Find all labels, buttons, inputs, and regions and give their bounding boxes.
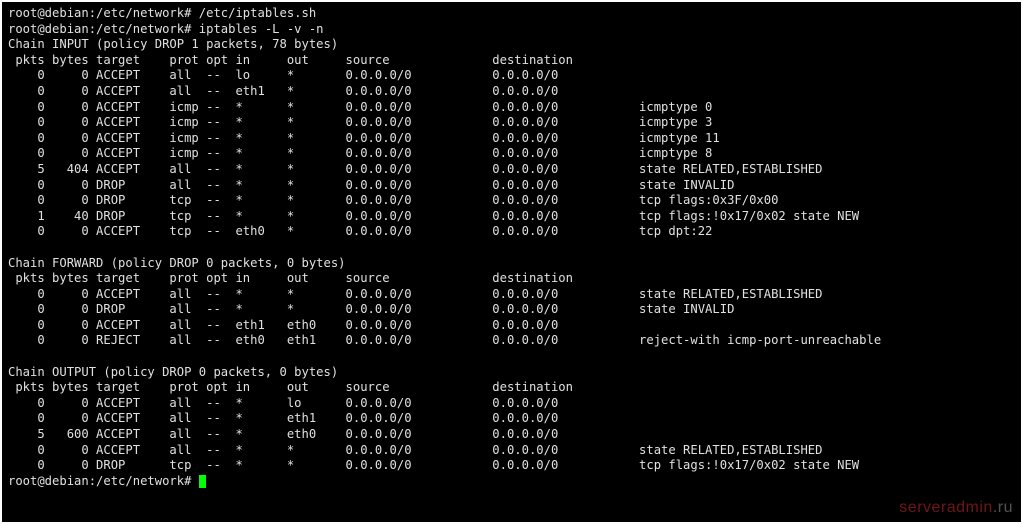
terminal-output: root@debian:/etc/network# /etc/iptables.… (8, 6, 1015, 489)
prompt-line[interactable]: root@debian:/etc/network# iptables -L -v… (8, 22, 1015, 38)
rule-text: 0 0 DROP all -- * * 0.0.0.0/0 0.0.0.0/0 … (8, 302, 734, 316)
rule-row: 0 0 DROP all -- * * 0.0.0.0/0 0.0.0.0/0 … (8, 178, 1015, 194)
column-header-text: pkts bytes target prot opt in out source… (8, 271, 639, 285)
rule-row: 0 0 ACCEPT icmp -- * * 0.0.0.0/0 0.0.0.0… (8, 100, 1015, 116)
rule-row: 1 40 DROP tcp -- * * 0.0.0.0/0 0.0.0.0/0… (8, 209, 1015, 225)
column-header-text: pkts bytes target prot opt in out source… (8, 53, 639, 67)
shell-prompt: root@debian:/etc/network# (8, 474, 199, 488)
rule-row: 0 0 DROP all -- * * 0.0.0.0/0 0.0.0.0/0 … (8, 302, 1015, 318)
shell-prompt: root@debian:/etc/network# (8, 6, 199, 20)
rule-text: 0 0 ACCEPT all -- * lo 0.0.0.0/0 0.0.0.0… (8, 396, 639, 410)
rule-text: 0 0 REJECT all -- eth0 eth1 0.0.0.0/0 0.… (8, 333, 881, 347)
cursor (199, 475, 206, 488)
rule-text: 0 0 DROP tcp -- * * 0.0.0.0/0 0.0.0.0/0 … (8, 193, 778, 207)
rule-row: 5 600 ACCEPT all -- * eth0 0.0.0.0/0 0.0… (8, 427, 1015, 443)
rule-text: 0 0 ACCEPT icmp -- * * 0.0.0.0/0 0.0.0.0… (8, 115, 712, 129)
rule-text: 5 404 ACCEPT all -- * * 0.0.0.0/0 0.0.0.… (8, 162, 822, 176)
chain-header: Chain INPUT (policy DROP 1 packets, 78 b… (8, 37, 1015, 53)
rule-text: 0 0 DROP all -- * * 0.0.0.0/0 0.0.0.0/0 … (8, 178, 734, 192)
prompt-line[interactable]: root@debian:/etc/network# /etc/iptables.… (8, 6, 1015, 22)
chain-header: Chain OUTPUT (policy DROP 0 packets, 0 b… (8, 365, 1015, 381)
rule-row: 0 0 DROP tcp -- * * 0.0.0.0/0 0.0.0.0/0 … (8, 193, 1015, 209)
command-text: /etc/iptables.sh (199, 6, 316, 20)
rule-text: 0 0 ACCEPT all -- * * 0.0.0.0/0 0.0.0.0/… (8, 287, 822, 301)
rule-text: 5 600 ACCEPT all -- * eth0 0.0.0.0/0 0.0… (8, 427, 639, 441)
rule-row: 5 404 ACCEPT all -- * * 0.0.0.0/0 0.0.0.… (8, 162, 1015, 178)
chain-header: Chain FORWARD (policy DROP 0 packets, 0 … (8, 256, 1015, 272)
rule-row: 0 0 ACCEPT icmp -- * * 0.0.0.0/0 0.0.0.0… (8, 146, 1015, 162)
prompt-line[interactable]: root@debian:/etc/network# (8, 474, 1015, 490)
column-header: pkts bytes target prot opt in out source… (8, 271, 1015, 287)
column-header: pkts bytes target prot opt in out source… (8, 380, 1015, 396)
rule-row: 0 0 ACCEPT all -- lo * 0.0.0.0/0 0.0.0.0… (8, 68, 1015, 84)
chain-header-text: Chain FORWARD (policy DROP 0 packets, 0 … (8, 256, 346, 270)
rule-text: 0 0 ACCEPT icmp -- * * 0.0.0.0/0 0.0.0.0… (8, 146, 712, 160)
rule-row: 0 0 ACCEPT all -- * lo 0.0.0.0/0 0.0.0.0… (8, 396, 1015, 412)
rule-text: 0 0 DROP tcp -- * * 0.0.0.0/0 0.0.0.0/0 … (8, 458, 859, 472)
chain-header-text: Chain INPUT (policy DROP 1 packets, 78 b… (8, 37, 338, 51)
rule-text: 0 0 ACCEPT all -- lo * 0.0.0.0/0 0.0.0.0… (8, 68, 639, 82)
blank-line (8, 240, 1015, 256)
command-text: iptables -L -v -n (199, 22, 324, 36)
rule-row: 0 0 ACCEPT icmp -- * * 0.0.0.0/0 0.0.0.0… (8, 131, 1015, 147)
rule-text: 1 40 DROP tcp -- * * 0.0.0.0/0 0.0.0.0/0… (8, 209, 859, 223)
chain-header-text: Chain OUTPUT (policy DROP 0 packets, 0 b… (8, 365, 338, 379)
rule-text: 0 0 ACCEPT all -- eth1 eth0 0.0.0.0/0 0.… (8, 318, 639, 332)
rule-row: 0 0 ACCEPT icmp -- * * 0.0.0.0/0 0.0.0.0… (8, 115, 1015, 131)
rule-row: 0 0 ACCEPT all -- * * 0.0.0.0/0 0.0.0.0/… (8, 443, 1015, 459)
rule-row: 0 0 ACCEPT tcp -- eth0 * 0.0.0.0/0 0.0.0… (8, 224, 1015, 240)
rule-text: 0 0 ACCEPT tcp -- eth0 * 0.0.0.0/0 0.0.0… (8, 224, 712, 238)
rule-text: 0 0 ACCEPT all -- eth1 * 0.0.0.0/0 0.0.0… (8, 84, 639, 98)
rule-text: 0 0 ACCEPT icmp -- * * 0.0.0.0/0 0.0.0.0… (8, 100, 712, 114)
blank-line (8, 349, 1015, 365)
column-header: pkts bytes target prot opt in out source… (8, 53, 1015, 69)
rule-row: 0 0 DROP tcp -- * * 0.0.0.0/0 0.0.0.0/0 … (8, 458, 1015, 474)
rule-text: 0 0 ACCEPT icmp -- * * 0.0.0.0/0 0.0.0.0… (8, 131, 720, 145)
rule-row: 0 0 ACCEPT all -- * * 0.0.0.0/0 0.0.0.0/… (8, 287, 1015, 303)
rule-row: 0 0 REJECT all -- eth0 eth1 0.0.0.0/0 0.… (8, 333, 1015, 349)
shell-prompt: root@debian:/etc/network# (8, 22, 199, 36)
rule-text: 0 0 ACCEPT all -- * eth1 0.0.0.0/0 0.0.0… (8, 411, 639, 425)
rule-row: 0 0 ACCEPT all -- * eth1 0.0.0.0/0 0.0.0… (8, 411, 1015, 427)
rule-text: 0 0 ACCEPT all -- * * 0.0.0.0/0 0.0.0.0/… (8, 443, 822, 457)
rule-row: 0 0 ACCEPT all -- eth1 * 0.0.0.0/0 0.0.0… (8, 84, 1015, 100)
rule-row: 0 0 ACCEPT all -- eth1 eth0 0.0.0.0/0 0.… (8, 318, 1015, 334)
terminal-window[interactable]: root@debian:/etc/network# /etc/iptables.… (0, 0, 1023, 524)
column-header-text: pkts bytes target prot opt in out source… (8, 380, 639, 394)
watermark: serveradmin.ru (899, 500, 1013, 516)
